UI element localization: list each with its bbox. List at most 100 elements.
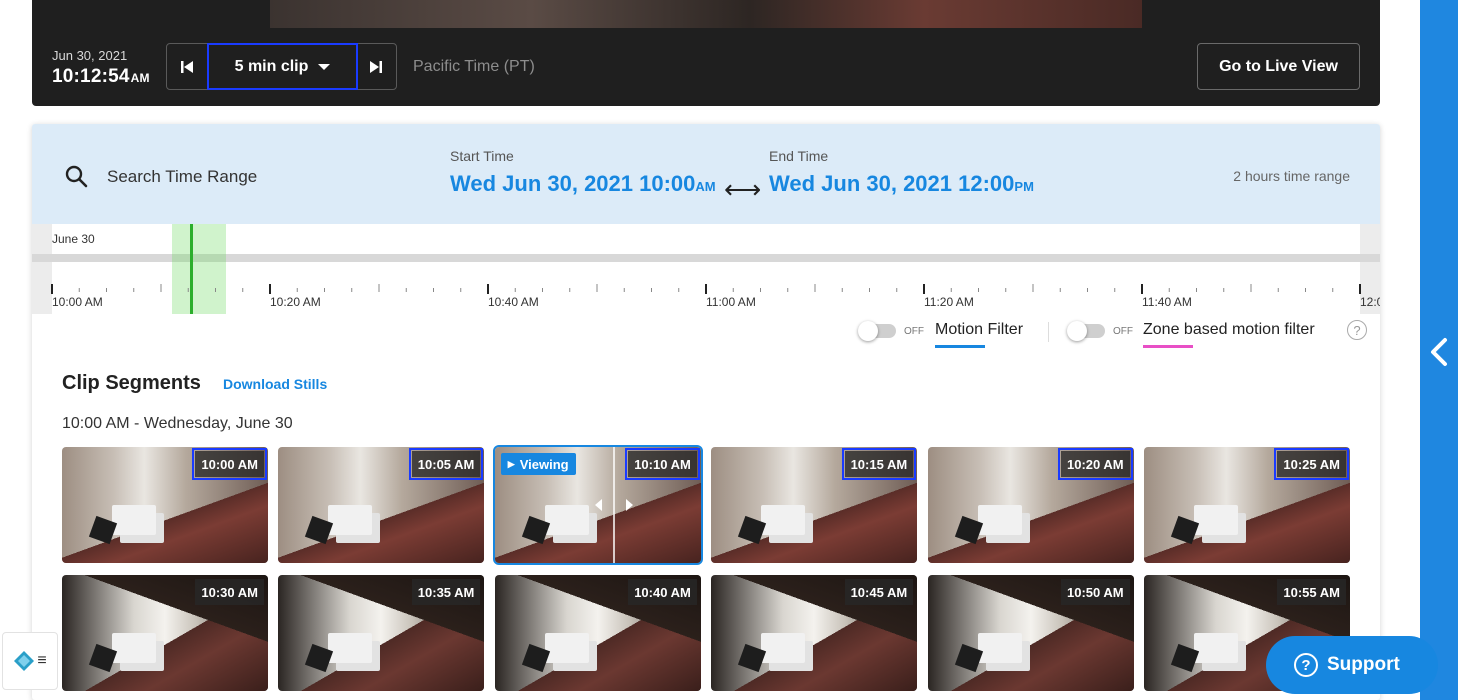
scene-boxes	[977, 505, 1022, 535]
scene-boxes	[1194, 505, 1238, 535]
scene-boxes	[112, 633, 156, 663]
timeline[interactable]: June 30 10:00 AM 10:20 AM 10:40 AM 11:00 AM…	[32, 224, 1380, 314]
clip-timestamp: 10:10 AM	[625, 448, 700, 480]
clip-length-label: 5 min clip	[234, 57, 309, 75]
clip-timestamp: 10:15 AM	[841, 448, 917, 480]
scrub-position-line[interactable]	[612, 447, 615, 563]
clip-thumbnail[interactable]: 10:05 AM	[278, 447, 485, 563]
diamond-logo-icon	[14, 651, 35, 671]
current-time-value: 10:12:54	[52, 66, 130, 87]
end-time-ampm: PM	[1014, 179, 1034, 194]
clip-navigation: 5 min clip	[166, 43, 397, 90]
menu-icon: ≡	[37, 652, 47, 669]
zone-filter-toggle[interactable]	[1067, 321, 1105, 341]
clip-timestamp: 10:25 AM	[1274, 448, 1349, 480]
video-preview[interactable]	[270, 0, 1142, 28]
start-time-caption: Start Time	[450, 148, 514, 164]
clip-length-select[interactable]: 5 min clip	[207, 43, 358, 90]
timeline-tick-label: 10:00 AM	[52, 295, 103, 309]
previous-clip-button[interactable]	[167, 44, 207, 89]
segment-group-label: 10:00 AM - Wednesday, June 30	[62, 415, 293, 432]
filter-divider	[1048, 322, 1049, 342]
live-view-button[interactable]: Go to Live View	[1197, 43, 1360, 90]
range-length: 2 hours time range	[1233, 168, 1350, 184]
end-time-text: Wed Jun 30, 2021 12:00	[769, 171, 1015, 196]
toggle-knob	[1067, 321, 1087, 341]
motion-filter-color-line	[935, 345, 985, 348]
clip-thumbnail[interactable]: 10:10 AM ▶ Viewing	[492, 445, 703, 565]
next-clip-button[interactable]	[356, 44, 396, 89]
support-label: Support	[1327, 654, 1400, 675]
scrub-left-arrow-icon[interactable]	[594, 499, 602, 511]
search-time-range-label: Search Time Range	[107, 167, 258, 186]
accessibility-widget[interactable]: ≡	[2, 632, 58, 690]
clip-timestamp: 10:35 AM	[411, 579, 481, 605]
start-time-text: Wed Jun 30, 2021 10:00	[450, 171, 696, 196]
timeline-tick-label: 11:40 AM	[1142, 295, 1192, 309]
skip-back-icon	[181, 60, 193, 73]
support-button[interactable]: ? Support	[1266, 636, 1438, 694]
skip-forward-icon	[370, 60, 382, 73]
scene-boxes	[328, 633, 373, 663]
zone-filter-state: OFF	[1113, 326, 1133, 337]
player-controls: Jun 30, 2021 10:12:54AM 5 min clip Pacif…	[32, 0, 1380, 106]
scene-boxes	[328, 505, 373, 535]
scene-boxes	[112, 505, 156, 535]
clip-thumbnail[interactable]: 10:25 AM	[1144, 447, 1350, 563]
viewing-badge: ▶ Viewing	[500, 453, 576, 475]
viewing-label: Viewing	[519, 456, 569, 472]
motion-filter-label[interactable]: Motion Filter	[935, 321, 1023, 339]
scene-boxes	[761, 505, 806, 535]
toggle-knob	[858, 321, 878, 341]
scene-boxes	[544, 505, 589, 535]
chevron-down-icon	[318, 63, 331, 70]
download-stills-link[interactable]: Download Stills	[223, 376, 327, 392]
chevron-left-icon[interactable]	[1428, 336, 1450, 368]
question-icon: ?	[1294, 653, 1318, 677]
clip-thumbnail[interactable]: 10:40 AM	[494, 575, 701, 691]
clip-thumbnail[interactable]: 10:20 AM	[927, 447, 1134, 563]
zone-filter-color-line	[1143, 345, 1193, 348]
timezone-label: Pacific Time (PT)	[413, 58, 535, 75]
end-time-value[interactable]: Wed Jun 30, 2021 12:00PM	[769, 171, 1034, 197]
clip-timestamp: 10:20 AM	[1058, 448, 1133, 480]
current-time-ampm: AM	[130, 71, 150, 85]
clip-thumbnail[interactable]: 10:00 AM	[62, 447, 268, 563]
end-time-caption: End Time	[769, 148, 829, 164]
time-range-bar[interactable]: Search Time Range Start Time Wed Jun 30,…	[32, 124, 1380, 224]
scene-boxes	[761, 633, 806, 663]
clip-thumbnail[interactable]: 10:50 AM	[927, 575, 1134, 691]
scene-boxes	[977, 633, 1022, 663]
zone-filter-label[interactable]: Zone based motion filter	[1143, 321, 1315, 339]
motion-filter-state: OFF	[904, 326, 924, 337]
clip-timestamp: 10:05 AM	[408, 448, 484, 480]
timeline-tick-label: 10:40 AM	[488, 295, 539, 309]
clip-thumbnail[interactable]: 10:45 AM	[711, 575, 918, 691]
scene-boxes	[1194, 633, 1238, 663]
play-icon: ▶	[507, 458, 515, 469]
search-icon	[65, 165, 88, 188]
timeline-tick-label: 11:00 AM	[706, 295, 756, 309]
start-time-ampm: AM	[695, 179, 716, 194]
clip-timestamp: 10:55 AM	[1277, 579, 1346, 605]
clip-timestamp: 10:45 AM	[844, 579, 914, 605]
help-icon[interactable]: ?	[1347, 320, 1367, 340]
timeline-tick-label: 11:20 AM	[924, 295, 974, 309]
motion-filters: OFF Motion Filter OFF Zone based motion …	[32, 320, 1380, 350]
current-date: Jun 30, 2021	[52, 48, 128, 63]
scrub-right-arrow-icon[interactable]	[625, 499, 633, 511]
timeline-tick-label: 10:20 AM	[270, 295, 321, 309]
timeline-ticks: 10:00 AM 10:20 AM 10:40 AM 11:00 AM 11:20 AM…	[51, 284, 1380, 309]
timeline-tick-label: 12:00 PM	[1360, 295, 1380, 309]
clip-timestamp: 10:00 AM	[192, 448, 267, 480]
clip-thumbnail[interactable]: 10:30 AM	[62, 575, 268, 691]
clip-thumbnail[interactable]: 10:15 AM	[711, 447, 918, 563]
clip-timestamp: 10:30 AM	[195, 579, 264, 605]
search-panel: Search Time Range Start Time Wed Jun 30,…	[32, 124, 1380, 700]
start-time-value[interactable]: Wed Jun 30, 2021 10:00AM	[450, 171, 716, 197]
clip-segments-title: Clip Segments	[62, 372, 201, 394]
clip-timestamp: 10:40 AM	[628, 579, 697, 605]
clip-thumbnail[interactable]: 10:35 AM	[278, 575, 485, 691]
motion-filter-toggle[interactable]	[858, 321, 896, 341]
range-arrow-icon: ⟷	[724, 174, 762, 204]
